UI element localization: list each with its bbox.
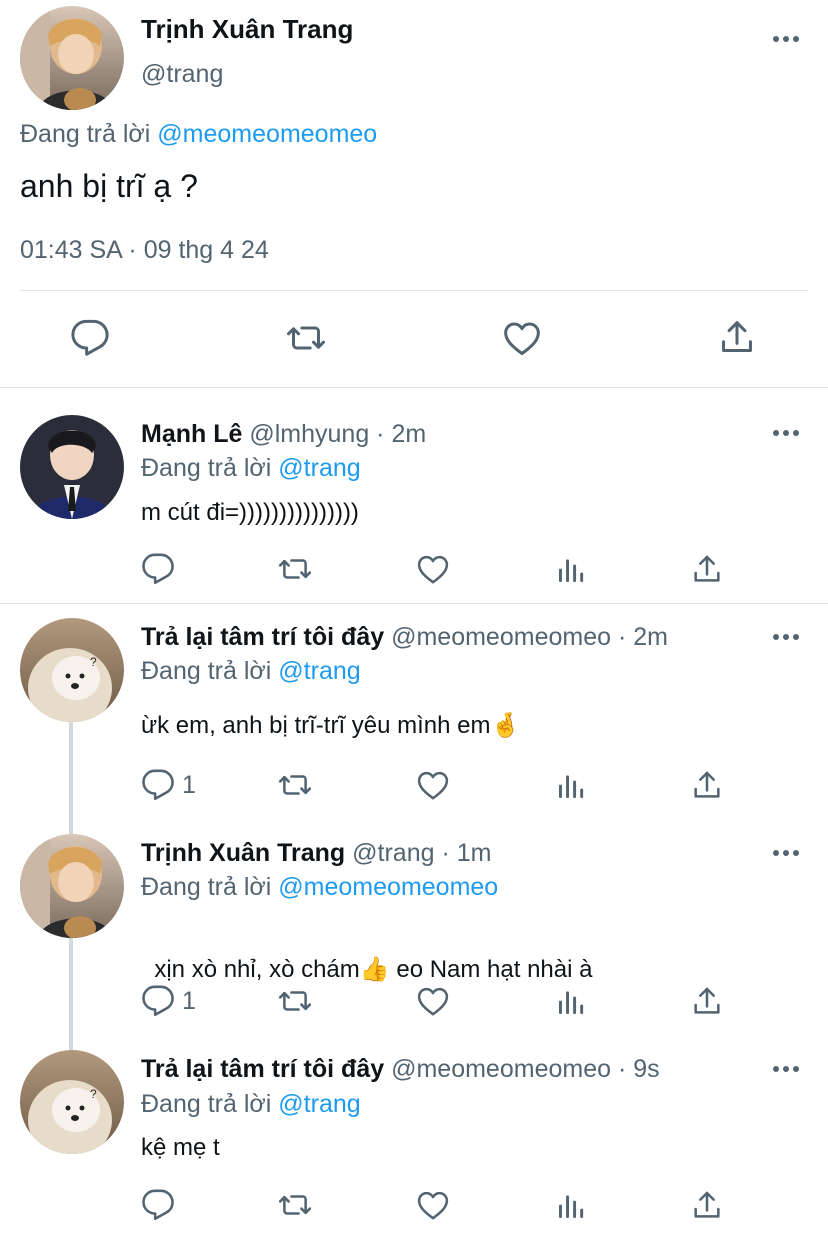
more-icon[interactable] — [773, 34, 803, 44]
share-icon[interactable] — [691, 1189, 723, 1221]
author-name[interactable]: Mạnh Lê — [141, 420, 242, 448]
share-icon[interactable] — [691, 553, 723, 585]
divider — [0, 603, 828, 604]
views-icon[interactable] — [555, 1190, 587, 1222]
avatar[interactable]: ? — [20, 1050, 124, 1154]
reply-prefix: Đang trả lời — [141, 454, 272, 482]
author-handle[interactable]: @trang — [141, 60, 223, 89]
reply-to-link[interactable]: @meomeomeomeo — [157, 120, 377, 148]
reply-header: Trả lại tâm trí tôi đây @meomeomeomeo · … — [141, 623, 668, 652]
share-icon[interactable] — [718, 318, 756, 356]
like-icon[interactable] — [416, 552, 450, 586]
avatar-photo: ? — [20, 1050, 124, 1154]
reply-count: 1 — [182, 987, 196, 1015]
tweet-text: xịn xò nhỉ, xò chám👍 eo Nam hạt nhài à — [141, 927, 592, 984]
reply-to-link[interactable]: @trang — [278, 657, 360, 685]
reply-to-link[interactable]: @trang — [278, 1090, 360, 1118]
comment-icon[interactable] — [141, 552, 175, 586]
timestamp[interactable]: 01:43 SA · 09 thg 4 24 — [20, 236, 269, 265]
reply-context: Đang trả lời @trang — [141, 454, 361, 483]
avatar[interactable] — [20, 415, 124, 519]
avatar[interactable] — [20, 6, 124, 110]
reply-header: Trả lại tâm trí tôi đây @meomeomeomeo · … — [141, 1055, 660, 1084]
comment-icon[interactable] — [70, 318, 110, 358]
like-icon[interactable] — [416, 768, 450, 802]
avatar-photo — [20, 6, 124, 110]
tweet-text-content: eo Nam hạt nhài à — [389, 956, 593, 983]
tweet-text: anh bị trĩ ạ ? — [20, 168, 198, 204]
tweet-text-content: ừk em, anh bị trĩ-trĩ yêu mình em — [141, 712, 491, 739]
avatar[interactable]: ? — [20, 618, 124, 722]
more-icon[interactable] — [773, 848, 803, 858]
reply-to-link[interactable]: @meomeomeomeo — [278, 873, 498, 901]
tweet-text: kệ mẹ t — [141, 1134, 220, 1161]
avatar[interactable] — [20, 834, 124, 938]
more-icon[interactable] — [773, 428, 803, 438]
tweet-text-content: xịn xò nhỉ, xò chám — [154, 956, 360, 983]
reply-to-link[interactable]: @trang — [278, 454, 360, 482]
views-icon[interactable] — [555, 770, 587, 802]
author-handle[interactable]: @meomeomeomeo · 9s — [391, 1055, 660, 1083]
thread-line — [69, 722, 73, 834]
reply-header: Trịnh Xuân Trang @trang · 1m — [141, 839, 491, 868]
divider — [20, 290, 808, 291]
like-icon[interactable] — [416, 1188, 450, 1222]
author-handle[interactable]: @lmhyung · 2m — [249, 420, 426, 448]
divider — [0, 387, 828, 388]
retweet-icon[interactable] — [276, 552, 314, 586]
reply-context: Đang trả lời @meomeomeomeo — [20, 120, 377, 149]
more-icon[interactable] — [773, 1064, 803, 1074]
views-icon[interactable] — [555, 986, 587, 1018]
author-name[interactable]: Trả lại tâm trí tôi đây — [141, 623, 384, 651]
comment-icon[interactable] — [141, 984, 175, 1018]
reply-count: 1 — [182, 771, 196, 799]
like-icon[interactable] — [416, 984, 450, 1018]
comment-icon[interactable] — [141, 1188, 175, 1222]
retweet-icon[interactable] — [276, 1188, 314, 1222]
reply-context: Đang trả lời @trang — [141, 1090, 361, 1119]
author-name[interactable]: Trịnh Xuân Trang — [141, 14, 353, 45]
svg-text:?: ? — [90, 1087, 97, 1101]
svg-text:?: ? — [90, 655, 97, 669]
author-handle[interactable]: @trang · 1m — [352, 839, 491, 867]
reply-prefix: Đang trả lời — [141, 657, 272, 685]
retweet-icon[interactable] — [284, 318, 328, 358]
author-name[interactable]: Trịnh Xuân Trang — [141, 839, 345, 867]
retweet-icon[interactable] — [276, 768, 314, 802]
more-icon[interactable] — [773, 632, 803, 642]
share-icon[interactable] — [691, 769, 723, 801]
tweet-text: m cút đi=))))))))))))))) — [141, 499, 359, 526]
views-icon[interactable] — [555, 554, 587, 586]
retweet-icon[interactable] — [276, 984, 314, 1018]
share-icon[interactable] — [691, 985, 723, 1017]
avatar-photo — [20, 415, 124, 519]
thread-line — [69, 938, 73, 1050]
like-icon[interactable] — [502, 318, 542, 358]
author-name[interactable]: Trả lại tâm trí tôi đây — [141, 1055, 384, 1083]
comment-icon[interactable] — [141, 768, 175, 802]
reply-prefix: Đang trả lời — [141, 873, 272, 901]
avatar-photo: ? — [20, 618, 124, 722]
crossed-fingers-emoji: 🤞 — [490, 712, 521, 739]
author-handle[interactable]: @meomeomeomeo · 2m — [391, 623, 668, 651]
thumbs-up-emoji: 👍 — [359, 956, 390, 983]
reply-context: Đang trả lời @trang — [141, 657, 361, 686]
tweet-text: ừk em, anh bị trĩ-trĩ yêu mình em🤞 — [141, 711, 520, 740]
avatar-photo — [20, 834, 124, 938]
reply-prefix: Đang trả lời — [20, 120, 151, 148]
reply-header: Mạnh Lê @lmhyung · 2m — [141, 420, 426, 449]
reply-prefix: Đang trả lời — [141, 1090, 272, 1118]
reply-context: Đang trả lời @meomeomeomeo — [141, 873, 498, 902]
